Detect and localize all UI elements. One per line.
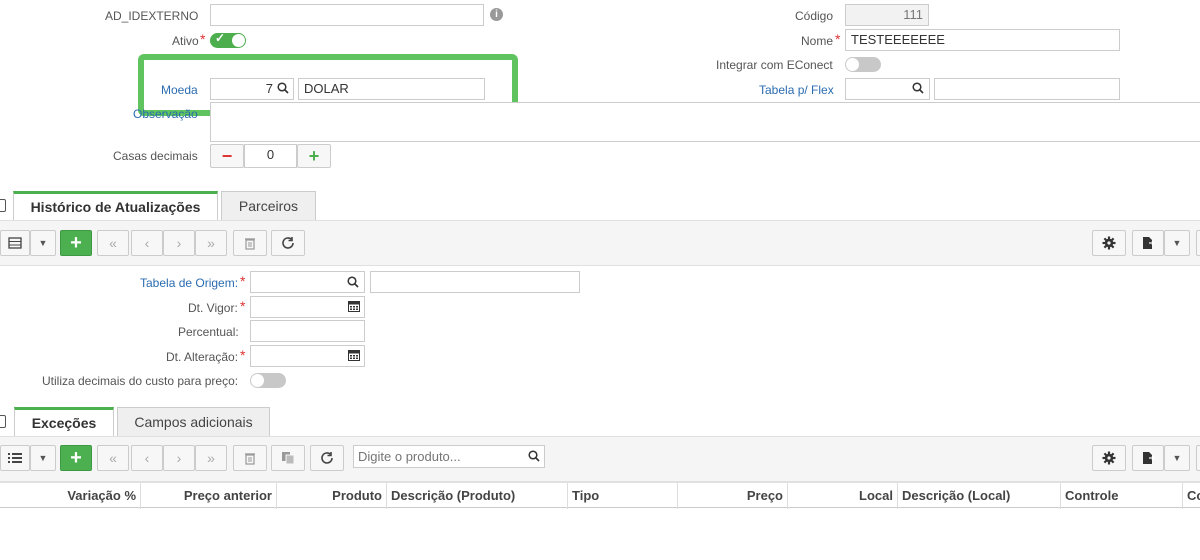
ativo-label: Ativo [172,34,199,48]
export-dropdown-button[interactable]: ▼ [1164,230,1190,256]
view-dropdown-button[interactable]: ▼ [30,445,56,471]
tab-campos-adicionais[interactable]: Campos adicionais [117,407,270,436]
refresh-button[interactable] [271,230,305,256]
export-button[interactable] [1132,230,1164,256]
observacao-textarea[interactable] [210,102,1200,142]
first-record-button[interactable]: « [97,445,129,471]
calendar-icon[interactable] [348,300,360,312]
check-icon: ✓ [215,31,226,45]
utiliza-decimais-label: Utiliza decimais do custo para preço: [42,374,239,388]
refresh-button[interactable] [310,445,344,471]
grid-header: Variação % Preço anterior Produto Descri… [0,482,1200,509]
tabela-flex-desc-input[interactable] [934,78,1120,100]
codigo-label: Código [795,9,834,23]
search-icon[interactable] [912,82,924,94]
first-record-button[interactable]: « [97,230,129,256]
percentual-input[interactable] [250,320,365,342]
tab-historico[interactable]: Histórico de Atualizações [13,191,218,220]
tabela-flex-label[interactable]: Tabela p/ Flex [759,83,834,97]
search-icon[interactable] [528,450,540,462]
last-record-button[interactable]: » [195,445,227,471]
increment-button[interactable]: + [297,144,331,168]
column-header-controle[interactable]: Controle [1061,483,1183,509]
column-header-descricao-produto[interactable]: Descrição (Produto) [387,483,568,509]
required-mark: * [240,273,246,289]
utiliza-decimais-toggle[interactable] [250,373,286,388]
econect-label: Integrar com EConect [716,58,833,72]
tab-parceiros[interactable]: Parceiros [221,191,316,220]
ad-idexterno-input[interactable] [210,4,484,26]
add-button[interactable]: + [60,230,92,256]
product-search-input[interactable] [353,445,545,468]
dt-vigor-label: Dt. Vigor: [188,301,238,315]
export-button[interactable] [1132,445,1164,471]
delete-button[interactable] [233,230,267,256]
prev-record-button[interactable]: ‹ [131,445,163,471]
add-button[interactable]: + [60,445,92,471]
percentual-label: Percentual: [178,325,239,339]
tab-excecoes[interactable]: Exceções [14,407,114,436]
required-mark: * [240,298,246,314]
casas-decimais-input[interactable]: 0 [244,144,297,168]
more-button[interactable] [1196,445,1200,471]
tabela-origem-label[interactable]: Tabela de Origem: [140,276,238,290]
ad-idexterno-label: AD_IDEXTERNO [105,9,199,23]
column-header-descricao-local[interactable]: Descrição (Local) [898,483,1061,509]
observacao-label[interactable]: Observação [133,107,198,121]
delete-button[interactable] [233,445,267,471]
column-header-tipo[interactable]: Tipo [568,483,678,509]
codigo-field: 111 [845,4,929,26]
settings-button[interactable] [1092,445,1126,471]
search-icon[interactable] [347,276,359,288]
column-header-produto[interactable]: Produto [277,483,387,509]
list-view-button[interactable] [0,445,30,471]
info-icon[interactable]: i [490,8,503,21]
last-record-button[interactable]: » [195,230,227,256]
copy-button[interactable] [271,445,305,471]
column-header-preco[interactable]: Preço [678,483,788,509]
collapse-icon[interactable] [0,415,6,428]
nome-input[interactable]: TESTEEEEEEE [845,29,1120,51]
required-mark: * [200,31,206,47]
column-header-preco-anterior[interactable]: Preço anterior [141,483,277,509]
column-header-variacao[interactable]: Variação % [0,483,141,509]
collapse-icon[interactable] [0,199,6,212]
required-mark: * [835,31,841,47]
column-header-co[interactable]: Co [1183,483,1200,509]
prev-record-button[interactable]: ‹ [131,230,163,256]
calendar-icon[interactable] [348,349,360,361]
required-mark: * [240,347,246,363]
grid-view-button[interactable] [0,230,30,256]
casas-decimais-label: Casas decimais [113,149,198,163]
decrement-button[interactable]: − [210,144,244,168]
dt-alteracao-label: Dt. Alteração: [166,350,239,364]
more-button[interactable] [1196,230,1200,256]
next-record-button[interactable]: › [163,230,195,256]
settings-button[interactable] [1092,230,1126,256]
view-dropdown-button[interactable]: ▼ [30,230,56,256]
tabela-origem-desc-input[interactable] [370,271,580,293]
column-header-local[interactable]: Local [788,483,898,509]
ativo-toggle[interactable]: ✓ [210,31,246,48]
export-dropdown-button[interactable]: ▼ [1164,445,1190,471]
nome-label: Nome [801,34,834,48]
econect-toggle[interactable] [845,57,881,72]
next-record-button[interactable]: › [163,445,195,471]
